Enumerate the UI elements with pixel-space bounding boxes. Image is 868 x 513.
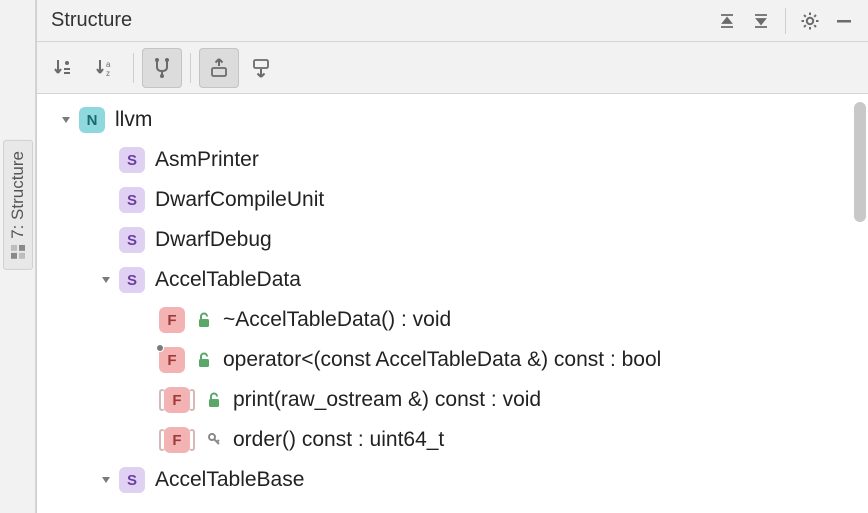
private-icon [205,431,223,449]
tree-row[interactable]: Foperator<(const AccelTableData &) const… [43,340,868,380]
struct-icon: S [119,467,145,493]
sidebar-tab-label: 7: Structure [8,151,28,239]
tree-node-label: print(raw_ostream &) const : void [233,388,541,412]
tree-node-label: AsmPrinter [155,148,259,172]
tree-node-label: DwarfCompileUnit [155,188,324,212]
sort-alpha-button[interactable]: a z [85,48,125,88]
sidebar-tab-structure[interactable]: 7: Structure [3,140,33,270]
separator [190,53,191,83]
function-icon: F [159,307,185,333]
tree-node-label: DwarfDebug [155,228,272,252]
panel-title: Structure [51,9,711,32]
public-icon [195,311,213,329]
settings-button[interactable] [794,5,826,37]
tree-row[interactable]: Fprint(raw_ostream &) const : void [43,380,868,420]
tree-node-label: AccelTableBase [155,468,304,492]
minimize-icon [835,12,853,30]
collapse-arrow-icon[interactable] [97,471,115,489]
titlebar-actions [711,5,860,37]
namespace-icon: N [79,107,105,133]
structure-icon [11,245,25,259]
tree-node-label: AccelTableData [155,268,301,292]
tree-node-label: order() const : uint64_t [233,428,444,452]
structure-tree: Nllvm S AsmPrinter S DwarfCompileUnit S DwarfD… [37,94,868,506]
collapse-arrow-icon[interactable] [97,271,115,289]
struct-icon: S [119,147,145,173]
tree-row[interactable]: F ~AccelTableData() : void [43,300,868,340]
function-icon: F [164,427,190,453]
structure-panel: Structure [36,0,868,513]
tree-row[interactable]: S DwarfCompileUnit [43,180,868,220]
function-icon: F [159,347,185,373]
tree-node-label: operator<(const AccelTableData &) const … [223,348,661,372]
show-merged-button[interactable] [142,48,182,88]
tree-row[interactable]: S AccelTableBase [43,460,868,500]
svg-text:a: a [106,60,111,69]
autoscroll-from-source-button[interactable] [241,48,281,88]
tree-viewport[interactable]: Nllvm S AsmPrinter S DwarfCompileUnit S DwarfD… [37,94,868,513]
gear-icon [800,11,820,31]
public-icon [205,391,223,409]
tool-window-stripe: 7: Structure [0,0,36,513]
public-icon [195,351,213,369]
separator [133,53,134,83]
tree-row[interactable]: S DwarfDebug [43,220,868,260]
tree-node-label: llvm [115,108,152,132]
tree-row[interactable]: S AccelTableData [43,260,868,300]
scrollbar-thumb[interactable] [854,102,866,222]
function-icon: F [164,387,190,413]
expand-all-button[interactable] [711,5,743,37]
svg-text:z: z [106,69,110,78]
hide-button[interactable] [828,5,860,37]
struct-icon: S [119,267,145,293]
panel-titlebar: Structure [37,0,868,42]
tree-node-label: ~AccelTableData() : void [223,308,451,332]
tree-row[interactable]: S AsmPrinter [43,140,868,180]
separator [785,8,786,34]
sort-by-type-button[interactable] [43,48,83,88]
panel-toolbar: a z [37,42,868,94]
tree-row[interactable]: Forder() const : uint64_t [43,420,868,460]
tree-row[interactable]: Nllvm [43,100,868,140]
autoscroll-to-source-button[interactable] [199,48,239,88]
collapse-arrow-icon[interactable] [57,111,75,129]
struct-icon: S [119,227,145,253]
collapse-all-button[interactable] [745,5,777,37]
struct-icon: S [119,187,145,213]
